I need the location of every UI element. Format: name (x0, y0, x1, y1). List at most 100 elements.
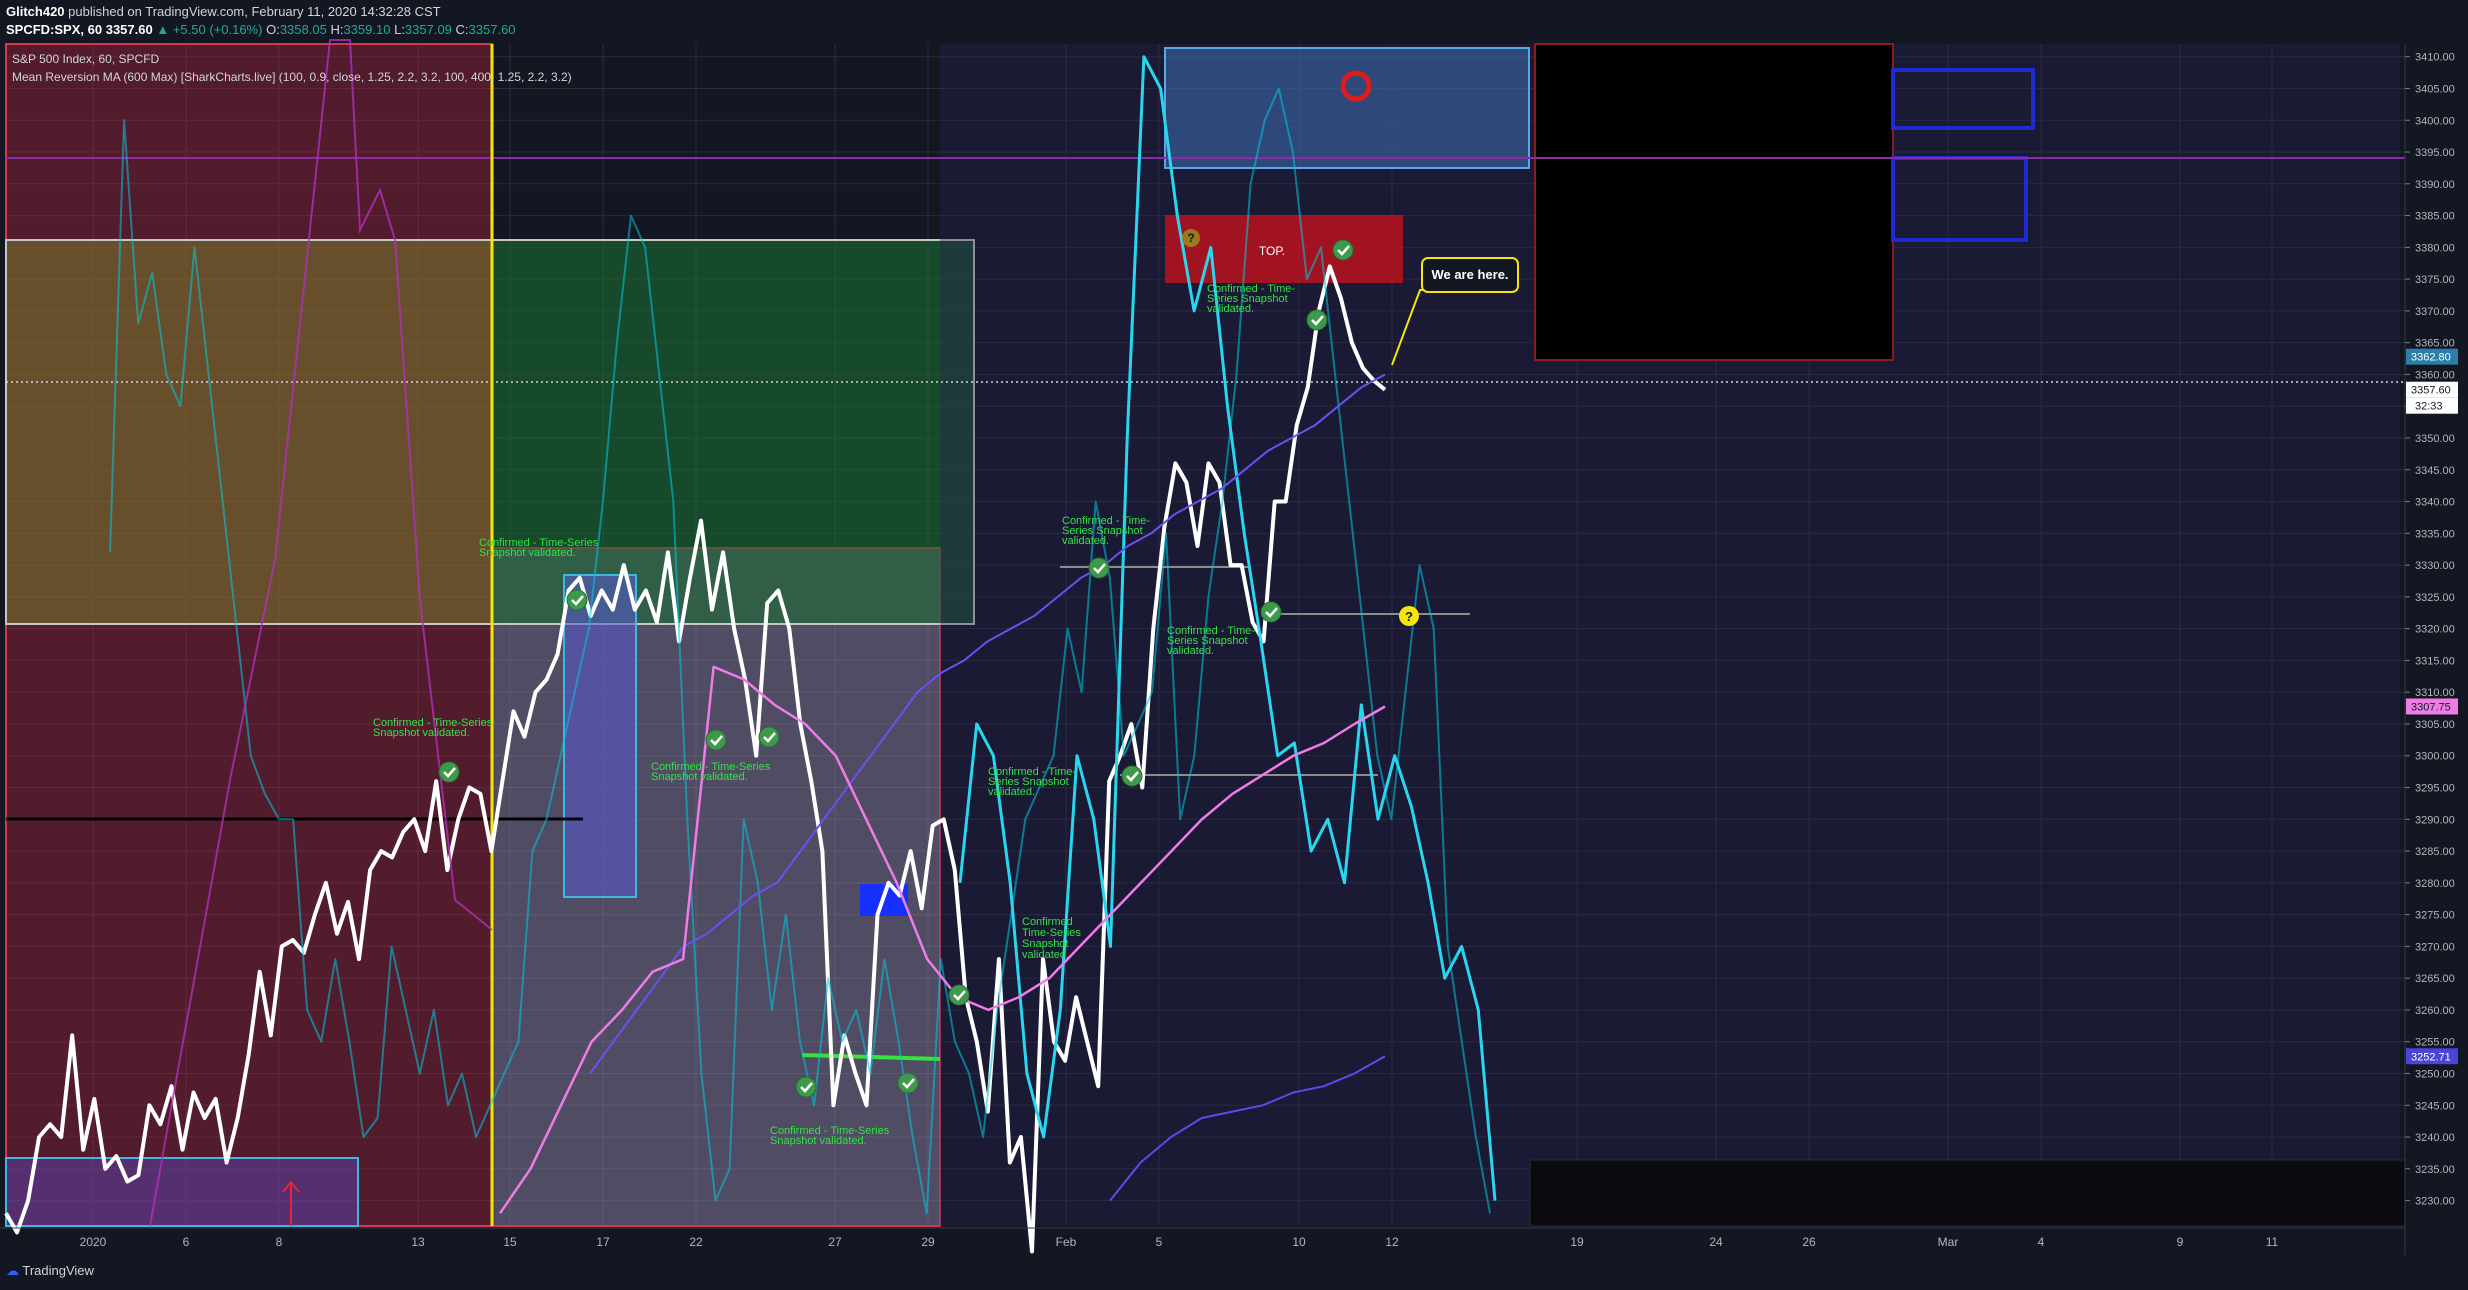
y-tick-label: 3405.00 (2415, 83, 2455, 95)
x-tick-label: 11 (2266, 1235, 2279, 1249)
y-tick-label: 3335.00 (2415, 528, 2455, 540)
x-tick-label: 22 (689, 1235, 703, 1249)
brand-label: TradingView (22, 1263, 94, 1278)
y-tick-label: 3295.00 (2415, 783, 2455, 795)
cyan-price-tag: 3362.80 (2411, 352, 2451, 364)
x-tick-label: 2020 (80, 1235, 107, 1249)
y-tick-label: 3350.00 (2415, 433, 2455, 445)
y-tick-label: 3320.00 (2415, 624, 2455, 636)
y-tick-label: 3365.00 (2415, 338, 2455, 350)
check-icon (758, 726, 780, 748)
annotation-confirmed-2b: Snapshot validated. (373, 727, 470, 739)
x-tick-label: 27 (828, 1235, 842, 1249)
cloud-icon: ☁ (6, 1263, 19, 1278)
x-tick-label: Mar (1938, 1235, 1959, 1249)
y-tick-label: 3270.00 (2415, 941, 2455, 953)
y-tick-label: 3360.00 (2415, 369, 2455, 381)
x-tick-label: Feb (1056, 1235, 1077, 1249)
price-chart[interactable]: Confirmed - Time-SeriesSnapshot validate… (0, 0, 2468, 1290)
annotation-confirmed-8c: validated. (1167, 645, 1214, 657)
annotation-confirmed-9c: validated. (1207, 303, 1254, 315)
y-tick-label: 3395.00 (2415, 147, 2455, 159)
x-tick-label: 4 (2038, 1235, 2045, 1249)
y-tick-label: 3385.00 (2415, 211, 2455, 223)
y-tick-label: 3265.00 (2415, 973, 2455, 985)
last-price-tag: 3357.60 (2411, 385, 2451, 397)
legend-indicator[interactable]: Mean Reversion MA (600 Max) [SharkCharts… (12, 68, 572, 86)
check-icon (438, 761, 460, 783)
check-icon (1088, 557, 1110, 579)
y-tick-label: 3275.00 (2415, 910, 2455, 922)
check-icon (705, 729, 727, 751)
y-tick-label: 3290.00 (2415, 814, 2455, 826)
y-tick-label: 3330.00 (2415, 560, 2455, 572)
annotation-confirmed-4b: Snapshot validated. (770, 1135, 867, 1147)
annotation-confirmed-3b: Snapshot validated. (651, 771, 748, 783)
y-tick-label: 3370.00 (2415, 306, 2455, 318)
check-icon (948, 984, 970, 1006)
y-tick-label: 3310.00 (2415, 687, 2455, 699)
check-icon (1260, 601, 1282, 623)
zone-cyan-bottom-left (5, 1157, 359, 1227)
check-icon (1332, 239, 1354, 261)
check-icon (795, 1076, 817, 1098)
x-tick-label: 26 (1802, 1235, 1816, 1249)
y-tick-label: 3245.00 (2415, 1100, 2455, 1112)
top-label: TOP. (1259, 244, 1285, 258)
check-icon (897, 1072, 919, 1094)
y-tick-label: 3255.00 (2415, 1037, 2455, 1049)
y-tick-label: 3345.00 (2415, 465, 2455, 477)
zone-olive (5, 239, 493, 625)
y-tick-label: 3235.00 (2415, 1164, 2455, 1176)
y-tick-label: 3375.00 (2415, 274, 2455, 286)
x-tick-label: 17 (596, 1235, 610, 1249)
check-icon (566, 589, 588, 611)
pink-price-tag: 3307.75 (2411, 701, 2451, 713)
y-tick-label: 3325.00 (2415, 592, 2455, 604)
time-axis: 2020 6 8 13 15 17 22 27 29 Feb 5 10 12 19 24 26 Mar 4 9 11 (0, 1227, 2405, 1249)
annotation-confirmed-5c: validated. (988, 786, 1035, 798)
footer-bar (0, 1255, 2468, 1290)
zone-black (1534, 43, 1894, 361)
legend-symbol[interactable]: S&P 500 Index, 60, SPCFD (12, 50, 572, 68)
indicator-legend: S&P 500 Index, 60, SPCFD Mean Reversion … (12, 50, 572, 86)
zone-black-bottom (1529, 1159, 2407, 1227)
question-label-top: ? (1187, 231, 1194, 245)
zone-green (491, 239, 975, 625)
price-axis: 3230.00 3235.00 3240.00 3245.00 3250.00 3255.… (2404, 0, 2468, 1255)
x-tick-label: 12 (1385, 1235, 1399, 1249)
x-tick-label: 24 (1709, 1235, 1723, 1249)
annotation-confirmed-7c: validated. (1062, 535, 1109, 547)
we-are-here-label: We are here. (1431, 267, 1508, 282)
y-tick-label: 3285.00 (2415, 846, 2455, 858)
y-tick-label: 3260.00 (2415, 1005, 2455, 1017)
blue-price-tag: 3252.71 (2411, 1051, 2451, 1063)
y-tick-label: 3305.00 (2415, 719, 2455, 731)
countdown-tag: 32:33 (2415, 401, 2443, 413)
y-tick-label: 3240.00 (2415, 1132, 2455, 1144)
x-tick-label: 9 (2177, 1235, 2184, 1249)
zone-cyan-mid (563, 574, 637, 898)
y-tick-label: 3410.00 (2415, 52, 2455, 64)
y-tick-label: 3340.00 (2415, 497, 2455, 509)
annotation-confirmed-6d: validated. (1022, 949, 1069, 961)
zone-blue-top (1164, 47, 1530, 169)
x-tick-label: 29 (921, 1235, 935, 1249)
y-tick-label: 3230.00 (2415, 1196, 2455, 1208)
question-label-yellow: ? (1405, 609, 1413, 624)
x-tick-label: 6 (183, 1235, 190, 1249)
x-tick-label: 13 (411, 1235, 425, 1249)
check-icon (1306, 309, 1328, 331)
check-icon (1121, 765, 1143, 787)
x-tick-label: 10 (1292, 1235, 1306, 1249)
x-tick-label: 19 (1570, 1235, 1584, 1249)
x-tick-label: 8 (276, 1235, 283, 1249)
annotation-confirmed-1b: Snapshot validated. (479, 547, 576, 559)
tradingview-brand[interactable]: ☁ TradingView (6, 1263, 94, 1279)
x-tick-label: 5 (1156, 1235, 1163, 1249)
y-tick-label: 3400.00 (2415, 115, 2455, 127)
y-tick-label: 3380.00 (2415, 242, 2455, 254)
y-tick-label: 3250.00 (2415, 1068, 2455, 1080)
y-tick-label: 3280.00 (2415, 878, 2455, 890)
y-tick-label: 3390.00 (2415, 179, 2455, 191)
